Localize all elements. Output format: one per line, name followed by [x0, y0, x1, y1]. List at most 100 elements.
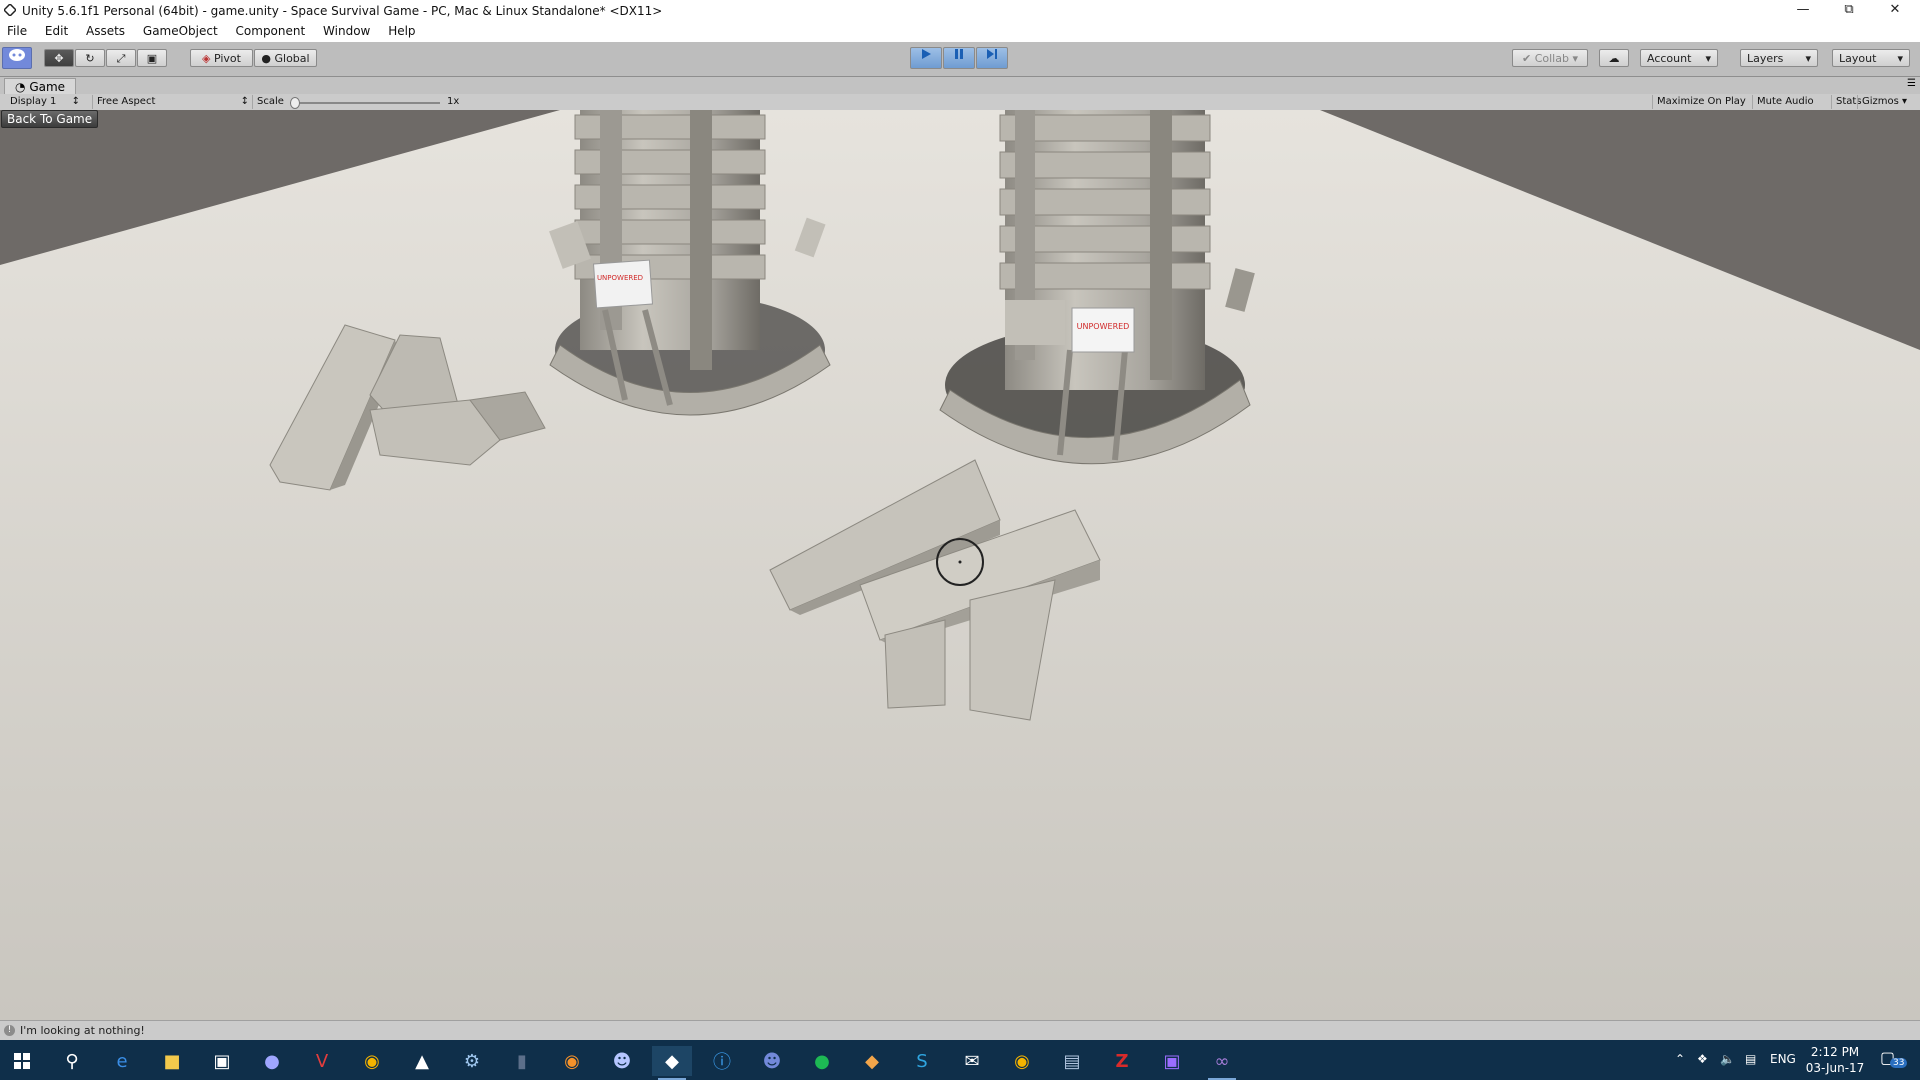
- skype-taskbar-icon[interactable]: S: [902, 1046, 942, 1076]
- layout-dropdown[interactable]: Layout ▾: [1832, 49, 1910, 67]
- app-taskbar-icon[interactable]: ⓘ: [702, 1046, 742, 1076]
- account-dropdown[interactable]: Account ▾: [1640, 49, 1718, 67]
- global-toggle[interactable]: ● Global: [254, 49, 317, 67]
- edge-taskbar-icon[interactable]: e: [102, 1046, 142, 1076]
- chevron-down-icon: ▾: [1572, 52, 1578, 65]
- game-view-header: ◔ Game ☰: [0, 77, 1920, 95]
- mail-taskbar-icon[interactable]: ✉: [952, 1046, 992, 1076]
- maximize-on-play-toggle[interactable]: Maximize On Play: [1652, 95, 1750, 109]
- chevron-down-icon: ▾: [1902, 96, 1908, 107]
- language-indicator[interactable]: ENG: [1770, 1052, 1796, 1066]
- console-message[interactable]: I'm looking at nothing!: [20, 1024, 145, 1037]
- app-taskbar-icon[interactable]: ◆: [852, 1046, 892, 1076]
- menu-help[interactable]: Help: [381, 22, 422, 38]
- chevron-up-icon[interactable]: ⌃: [1675, 1052, 1685, 1066]
- app-taskbar-icon[interactable]: ●: [252, 1046, 292, 1076]
- pivot-toggle[interactable]: ◈ Pivot: [190, 49, 253, 67]
- clock[interactable]: 2:12 PM 03-Jun-17: [1800, 1044, 1870, 1076]
- menu-gameobject[interactable]: GameObject: [136, 22, 225, 38]
- chevron-down-icon: ▾: [1705, 52, 1711, 65]
- pivot-label: Pivot: [213, 52, 241, 65]
- filezilla-taskbar-icon[interactable]: Z: [1102, 1046, 1142, 1076]
- store-taskbar-icon[interactable]: ▣: [202, 1046, 242, 1076]
- info-icon: !: [4, 1025, 15, 1036]
- rotate-tool-button[interactable]: ↻: [75, 49, 105, 67]
- tab-game[interactable]: ◔ Game: [4, 78, 77, 95]
- blender-taskbar-icon[interactable]: ◉: [552, 1046, 592, 1076]
- file-explorer-taskbar-icon[interactable]: ■: [152, 1046, 192, 1076]
- scale-slider[interactable]: [290, 95, 440, 109]
- app-taskbar-icon[interactable]: ◉: [1002, 1046, 1042, 1076]
- status-bar: ! I'm looking at nothing!: [0, 1020, 1920, 1041]
- discord-taskbar-icon[interactable]: ☻: [752, 1046, 792, 1076]
- chevron-updown-icon: ↕: [240, 96, 249, 107]
- start-button[interactable]: [2, 1046, 42, 1076]
- display-label: Display 1: [10, 96, 57, 107]
- spotify-taskbar-icon[interactable]: ●: [802, 1046, 842, 1076]
- chevron-updown-icon: ↕: [71, 96, 80, 107]
- action-center-button[interactable]: ▢ 33: [1880, 1048, 1908, 1072]
- layers-dropdown[interactable]: Layers ▾: [1740, 49, 1818, 67]
- volume-icon[interactable]: 🔈: [1720, 1052, 1735, 1066]
- scale-tool-button[interactable]: ⤢: [106, 49, 136, 67]
- global-label: Global: [274, 52, 310, 65]
- search-button[interactable]: ⚲: [52, 1046, 92, 1076]
- app-taskbar-icon[interactable]: ▮: [502, 1046, 542, 1076]
- check-icon: ✔: [1522, 52, 1532, 65]
- account-label: Account: [1647, 52, 1692, 65]
- chevron-down-icon: ▾: [1897, 52, 1903, 65]
- unity-logo-icon: [4, 4, 16, 16]
- sign-text-right: UNPOWERED: [1077, 322, 1130, 331]
- network-icon[interactable]: ▤: [1745, 1052, 1756, 1066]
- play-icon: [922, 49, 931, 59]
- discord-overlay-icon[interactable]: [2, 47, 32, 69]
- dropbox-tray-icon[interactable]: ❖: [1697, 1052, 1708, 1066]
- layout-label: Layout: [1839, 52, 1877, 65]
- pause-icon: [955, 49, 963, 59]
- visual-studio-taskbar-icon[interactable]: ∞: [1202, 1046, 1242, 1080]
- gizmos-label: Gizmos: [1862, 96, 1899, 107]
- restore-button[interactable]: ⧉: [1826, 0, 1872, 22]
- minimize-button[interactable]: —: [1780, 0, 1826, 22]
- play-button[interactable]: [910, 47, 942, 69]
- rect-tool-button[interactable]: ▣: [137, 49, 167, 67]
- cloud-button[interactable]: ☁: [1599, 49, 1629, 67]
- collab-dropdown[interactable]: ✔ Collab ▾: [1512, 49, 1588, 67]
- menu-window[interactable]: Window: [316, 22, 377, 38]
- game-view-controls: Display 1 ↕ Free Aspect ↕ Scale 1x Maxim…: [0, 94, 1920, 111]
- globe-icon: ●: [261, 52, 271, 65]
- twitch-taskbar-icon[interactable]: ▣: [1152, 1046, 1192, 1076]
- back-to-game-button[interactable]: Back To Game: [1, 110, 99, 128]
- app-taskbar-icon[interactable]: ☻: [602, 1046, 642, 1076]
- app-taskbar-icon[interactable]: ▲: [402, 1046, 442, 1076]
- game-tab-label: Game: [29, 80, 66, 94]
- mute-audio-toggle[interactable]: Mute Audio: [1752, 95, 1818, 109]
- menu-bar: File Edit Assets GameObject Component Wi…: [0, 22, 1920, 42]
- steam-taskbar-icon[interactable]: ⚙: [452, 1046, 492, 1076]
- aspect-label: Free Aspect: [97, 96, 156, 107]
- scale-slider-handle[interactable]: [290, 97, 300, 109]
- chrome-taskbar-icon[interactable]: ◉: [352, 1046, 392, 1076]
- unpowered-sign-left: [592, 259, 654, 309]
- menu-file[interactable]: File: [0, 22, 34, 38]
- gizmos-dropdown[interactable]: Gizmos ▾: [1857, 95, 1911, 109]
- unity-taskbar-icon[interactable]: ◆: [652, 1046, 692, 1080]
- close-button[interactable]: ✕: [1872, 0, 1918, 22]
- menu-assets[interactable]: Assets: [79, 22, 132, 38]
- game-viewport[interactable]: UNPOWERED UNPOWERED: [0, 110, 1920, 1020]
- windows-taskbar: ⚲ e ■ ▣ ● V ◉ ▲ ⚙ ▮ ◉ ☻ ◆ ⓘ ☻ ● ◆ S ✉ ◉ …: [0, 1040, 1920, 1080]
- app-taskbar-icon[interactable]: ▤: [1052, 1046, 1092, 1076]
- vivaldi-taskbar-icon[interactable]: V: [302, 1046, 342, 1076]
- menu-edit[interactable]: Edit: [38, 22, 75, 38]
- pause-button[interactable]: [943, 47, 975, 69]
- toolbar: ✥ ↻ ⤢ ▣ ◈ Pivot ● Global ✔ Collab ▾ ☁ Ac…: [0, 42, 1920, 77]
- step-button[interactable]: [976, 47, 1008, 69]
- search-icon: ⚲: [65, 1050, 79, 1072]
- window-title: Unity 5.6.1f1 Personal (64bit) - game.un…: [22, 4, 663, 18]
- menu-component[interactable]: Component: [229, 22, 313, 38]
- title-bar: Unity 5.6.1f1 Personal (64bit) - game.un…: [0, 0, 1920, 22]
- move-tool-button[interactable]: ✥: [44, 49, 74, 67]
- display-dropdown[interactable]: Display 1 ↕: [10, 95, 82, 109]
- aspect-dropdown[interactable]: Free Aspect ↕: [92, 95, 251, 109]
- tab-menu-icon[interactable]: ☰: [1907, 78, 1916, 89]
